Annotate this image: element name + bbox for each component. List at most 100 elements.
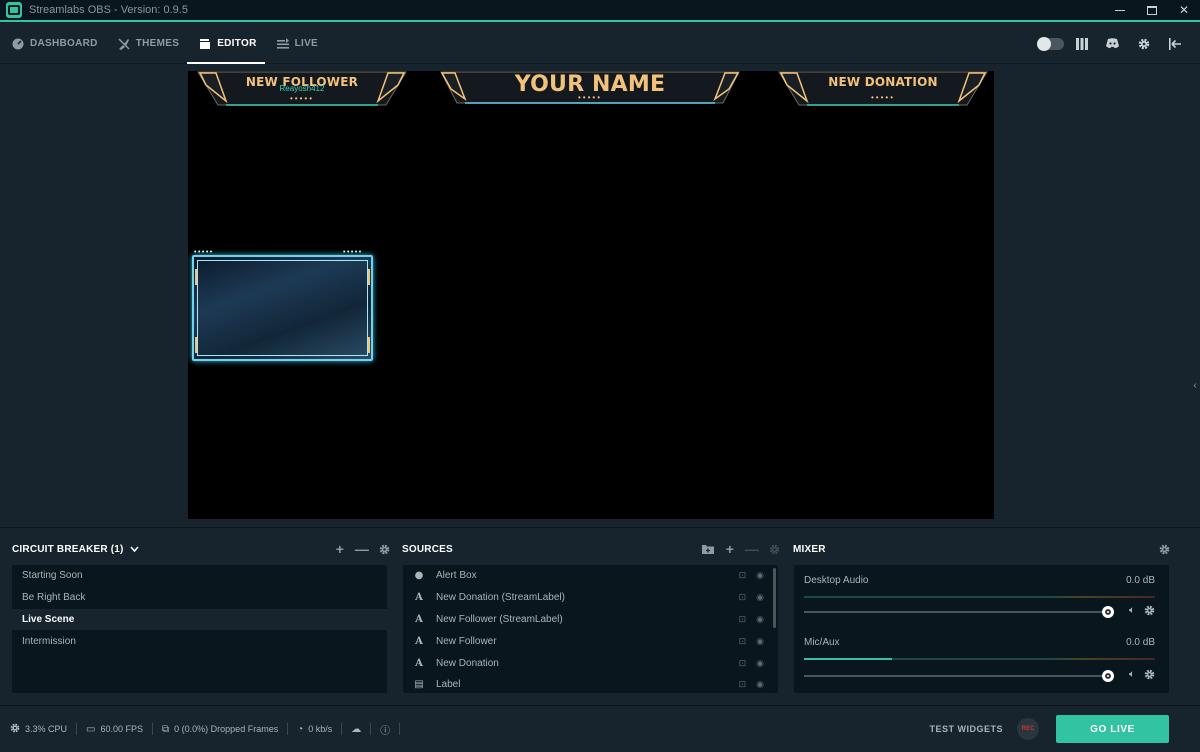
cloud-check-icon[interactable]: ☁ (351, 724, 361, 735)
tab-live[interactable]: LIVE (265, 24, 326, 64)
nav-right-tools (1035, 24, 1200, 64)
webcam-frame[interactable] (192, 255, 373, 361)
sources-list: ● Alert Box ⊡ ◉ A New Donation (StreamLab… (403, 565, 778, 693)
lock-icon[interactable]: ⊡ (739, 636, 747, 647)
cam-corner-accent (360, 269, 370, 285)
mixer-channel-desktop-audio: Desktop Audio 0.0 dB 🔈︎ (804, 565, 1159, 627)
minimize-button[interactable] (1104, 0, 1136, 20)
close-button[interactable]: ✕ (1168, 0, 1200, 20)
donation-banner[interactable]: NEW DONATION ••••• (777, 71, 989, 107)
eye-icon[interactable]: ◉ (756, 614, 764, 625)
donation-banner-dots: ••••• (870, 93, 895, 102)
remove-scene-icon[interactable]: — (355, 542, 369, 556)
source-item[interactable]: A New Follower (StreamLabel) ⊡ ◉ (403, 609, 778, 631)
lock-icon[interactable]: ⊡ (739, 679, 747, 690)
night-mode-toggle[interactable] (1035, 24, 1066, 64)
tab-live-label: LIVE (294, 38, 319, 49)
source-settings-gear-icon[interactable] (768, 543, 780, 555)
lock-icon[interactable]: ⊡ (739, 592, 747, 603)
tab-themes[interactable]: THEMES (106, 24, 187, 64)
source-label: New Donation (StreamLabel) (436, 592, 565, 604)
cloud-stat: ☁ (351, 723, 372, 735)
mixer-channel-mic-aux: Mic/Aux 0.0 dB 🔈︎ (804, 627, 1159, 689)
discord-button[interactable] (1097, 24, 1128, 64)
sources-actions: + — (702, 542, 790, 556)
channel-db: 0.0 dB (1126, 575, 1155, 586)
remove-source-icon[interactable]: — (745, 542, 759, 556)
volume-slider[interactable] (804, 606, 1114, 618)
sources-scrollbar[interactable] (773, 568, 776, 628)
text-icon: A (415, 635, 423, 647)
scene-item[interactable]: Starting Soon (12, 565, 387, 587)
follower-banner-dots: ••••• (289, 94, 314, 103)
source-item[interactable]: A New Donation (StreamLabel) ⊡ ◉ (403, 587, 778, 609)
test-widgets-button[interactable]: TEST WIDGETS (930, 724, 1004, 734)
speaker-icon[interactable]: 🔈︎ (1129, 669, 1135, 680)
source-item[interactable]: ● Alert Box ⊡ ◉ (403, 565, 778, 587)
channel-name: Desktop Audio (804, 575, 869, 586)
eye-icon[interactable]: ◉ (756, 570, 764, 581)
scene-item[interactable]: Intermission (12, 630, 387, 652)
preview-canvas[interactable]: NEW FOLLOWER Reayosh412 ••••• YOUR NAME … (188, 71, 994, 519)
channel-settings-gear-icon[interactable] (1144, 669, 1155, 683)
sources-title: SOURCES (402, 543, 453, 555)
bandwidth-value: 0 kb/s (308, 724, 333, 734)
sources-panel: SOURCES + — ● Alert Box ⊡ ◉ A New Donatio… (390, 528, 790, 706)
tab-dashboard[interactable]: DASHBOARD (0, 24, 106, 64)
tab-dashboard-label: DASHBOARD (30, 38, 98, 49)
volume-slider-thumb[interactable] (1102, 670, 1114, 682)
lock-icon[interactable]: ⊡ (739, 658, 747, 669)
scene-item-active[interactable]: Live Scene (12, 608, 387, 631)
volume-slider[interactable] (804, 670, 1114, 682)
go-live-button[interactable]: GO LIVE (1056, 715, 1169, 743)
name-banner-dots: ••••• (577, 93, 602, 102)
file-icon: ▤ (414, 679, 424, 691)
maximize-button[interactable] (1136, 0, 1168, 20)
scene-collection-selector[interactable]: CIRCUIT BREAKER (1) (12, 544, 124, 555)
mixer-settings-gear-icon[interactable] (1158, 543, 1170, 555)
speaker-icon[interactable]: 🔈︎ (1129, 605, 1135, 616)
eye-icon[interactable]: ◉ (756, 592, 764, 603)
lock-icon[interactable]: ⊡ (739, 570, 747, 581)
lock-icon[interactable]: ⊡ (739, 614, 747, 625)
add-source-icon[interactable]: + (724, 542, 736, 556)
info-stat: ⓘ (380, 722, 401, 737)
name-banner[interactable]: YOUR NAME ••••• (439, 71, 741, 107)
minimize-icon (1115, 9, 1125, 11)
logout-button[interactable] (1159, 24, 1190, 64)
eye-icon[interactable]: ◉ (756, 636, 764, 647)
source-item[interactable]: A New Donation ⊡ ◉ (403, 652, 778, 674)
tab-editor[interactable]: EDITOR (187, 24, 266, 64)
studio-mode-icon (1075, 37, 1088, 50)
bandwidth-stat: ◔ 0 kb/s (297, 723, 343, 735)
mixer-channels: Desktop Audio 0.0 dB 🔈︎ Mic/Aux 0.0 dB 🔈… (794, 565, 1169, 693)
record-button[interactable]: REC (1017, 718, 1039, 740)
dropped-frames-stat: ⧉ 0 (0.0%) Dropped Frames (162, 723, 289, 735)
scene-item[interactable]: Be Right Back (12, 587, 387, 609)
collapse-panel-chevron-icon[interactable]: ‹ (1190, 365, 1200, 405)
add-folder-icon[interactable] (702, 543, 714, 555)
volume-meter (804, 658, 1155, 660)
source-item[interactable]: ▤ Label ⊡ ◉ (403, 674, 778, 693)
add-scene-icon[interactable]: + (334, 542, 346, 556)
info-icon[interactable]: ⓘ (380, 722, 390, 737)
scene-settings-gear-icon[interactable] (378, 543, 390, 555)
eye-icon[interactable]: ◉ (756, 679, 764, 690)
channel-settings-gear-icon[interactable] (1144, 605, 1155, 619)
themes-brush-icon (118, 37, 130, 50)
settings-button[interactable] (1128, 24, 1159, 64)
tab-editor-label: EDITOR (217, 38, 257, 49)
volume-meter-fill (804, 658, 892, 660)
studio-mode-button[interactable] (1066, 24, 1097, 64)
channel-db: 0.0 dB (1126, 637, 1155, 648)
scenes-panel: CIRCUIT BREAKER (1) + — Starting Soon Be… (0, 528, 400, 706)
scenes-list: Starting Soon Be Right Back Live Scene I… (12, 565, 387, 693)
title-bar: Streamlabs OBS - Version: 0.9.5 ✕ (0, 0, 1200, 22)
volume-slider-thumb[interactable] (1102, 606, 1114, 618)
source-item[interactable]: A New Follower ⊡ ◉ (403, 630, 778, 652)
eye-icon[interactable]: ◉ (756, 658, 764, 669)
settings-gear-icon (1138, 38, 1149, 49)
follower-banner[interactable]: NEW FOLLOWER Reayosh412 ••••• (196, 71, 408, 107)
chevron-down-icon[interactable] (129, 544, 139, 554)
window-title: Streamlabs OBS - Version: 0.9.5 (29, 4, 188, 16)
